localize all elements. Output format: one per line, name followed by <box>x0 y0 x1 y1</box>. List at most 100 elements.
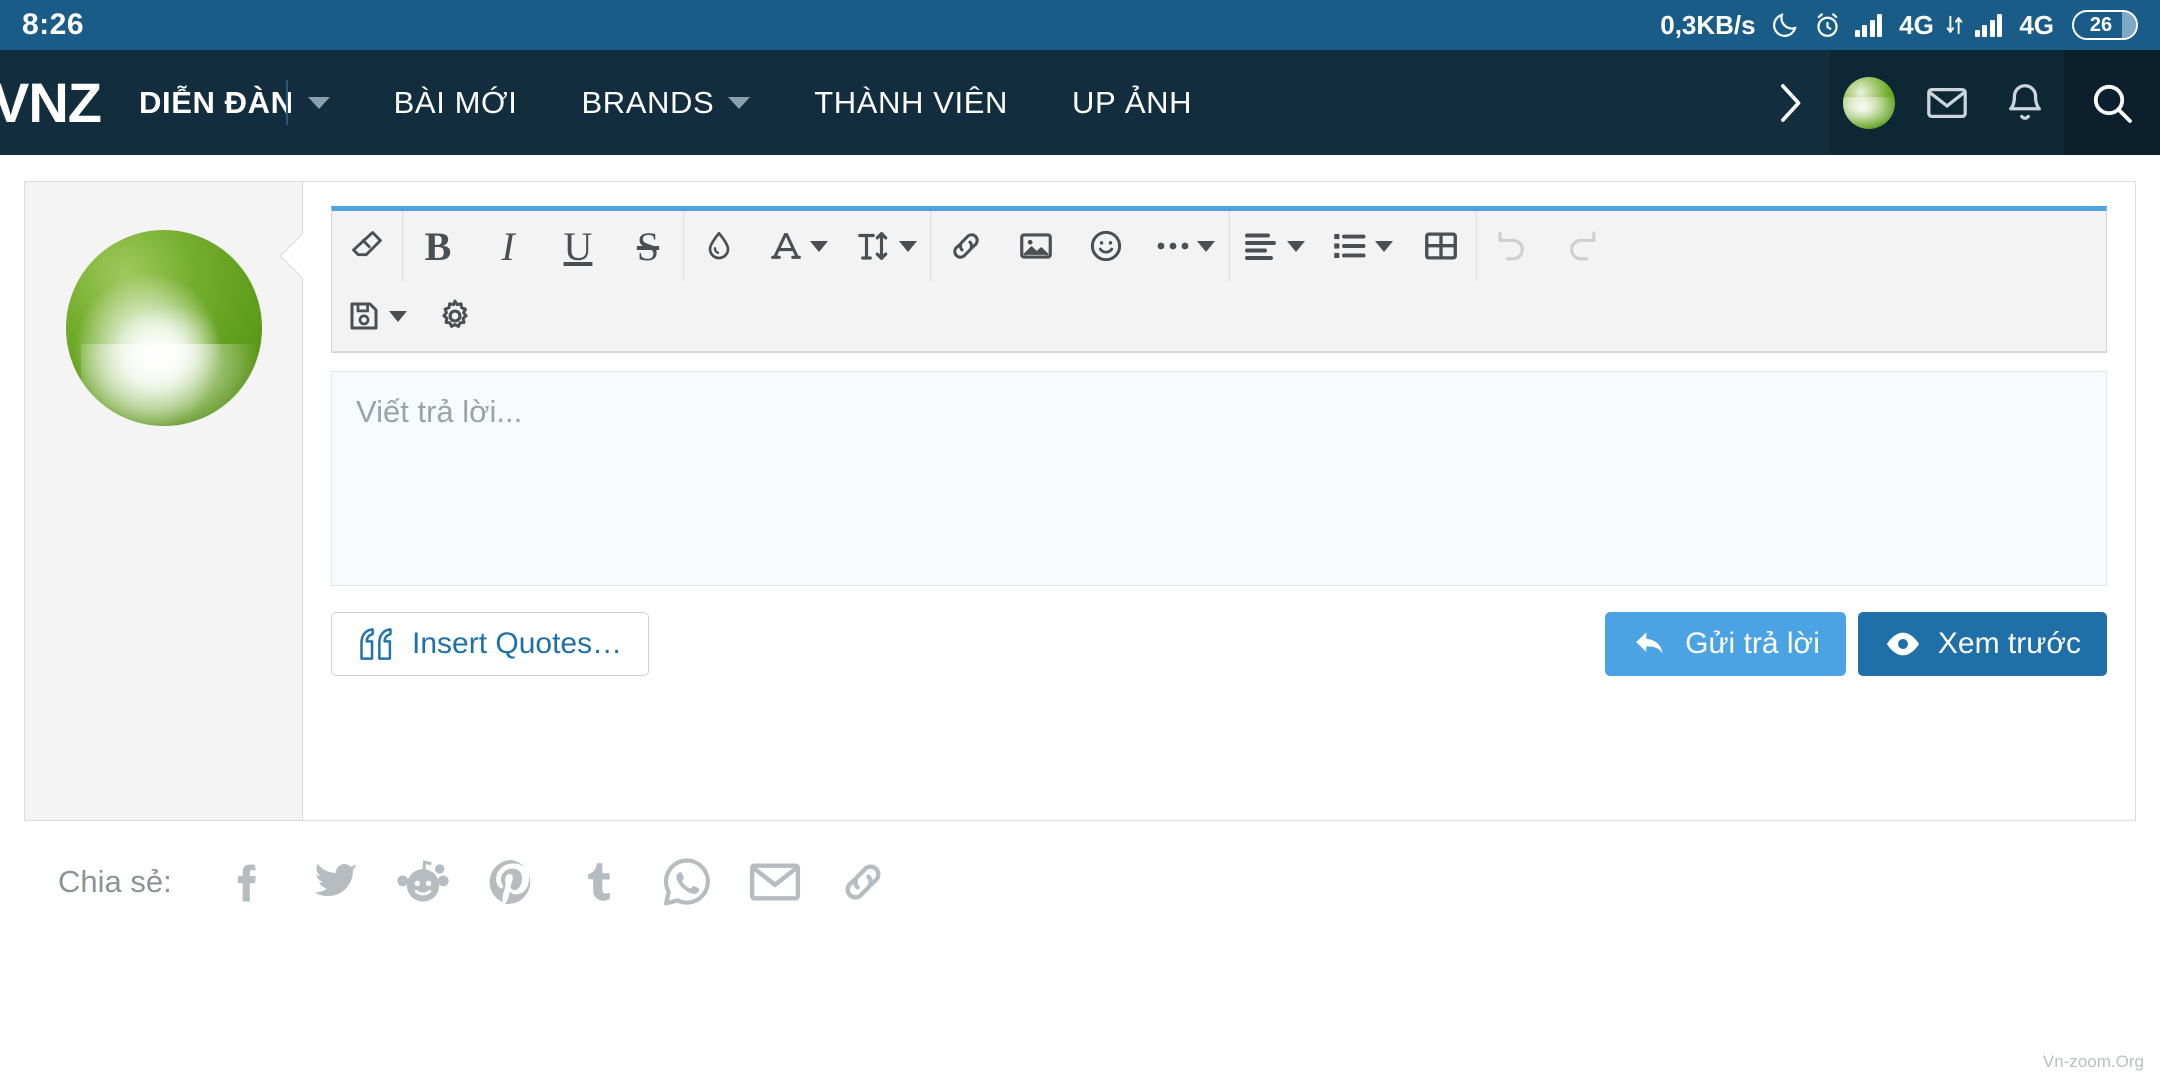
chevron-down-icon <box>388 310 407 322</box>
nav-overflow-button[interactable] <box>1750 50 1830 155</box>
toolbar-group-style: B I U S <box>403 211 684 281</box>
inbox-button[interactable] <box>1908 50 1986 155</box>
nav-item-label: UP ẢNH <box>1071 84 1193 120</box>
toolbar-group-draft <box>332 281 490 351</box>
undo-button[interactable] <box>1477 211 1547 281</box>
strikethrough-button[interactable]: S <box>613 211 683 281</box>
list-button[interactable] <box>1318 211 1406 281</box>
sim2-network-label: 4G <box>2019 9 2054 40</box>
save-draft-button[interactable] <box>332 281 420 351</box>
battery-icon: 26 <box>2072 10 2138 40</box>
share-label: Chia sẻ: <box>58 864 172 899</box>
speech-arrow <box>281 234 303 278</box>
facebook-icon[interactable] <box>216 851 278 913</box>
android-status-bar: 8:26 0,3KB/s 4G 4G 26 <box>0 0 2160 50</box>
underline-button[interactable]: U <box>543 211 613 281</box>
text-color-icon[interactable] <box>684 211 754 281</box>
quote-icon <box>360 628 392 660</box>
submit-reply-label: Gửi trả lời <box>1685 627 1820 660</box>
page-body: B I U S Viết trả lời... Insert Quotes… G… <box>0 155 2160 913</box>
toolbar-group-font <box>684 211 931 281</box>
search-icon <box>2093 84 2132 123</box>
toolbar-group-paragraph <box>1230 211 1477 281</box>
editor-toolbar: B I U S <box>332 211 2106 352</box>
site-navbar: VNZ DIỄN ĐÀN BÀI MỚI BRANDS THÀNH VIÊN U… <box>0 50 2160 155</box>
nav-item-bai-moi[interactable]: BÀI MỚI <box>362 50 550 155</box>
editor-settings-icon[interactable] <box>420 281 490 351</box>
preview-button[interactable]: Xem trước <box>1857 612 2107 676</box>
twitter-icon[interactable] <box>304 851 366 913</box>
reply-input[interactable]: Viết trả lời... <box>331 371 2107 586</box>
site-logo[interactable]: VNZ <box>0 50 107 155</box>
data-transfer-icon <box>1946 14 1963 36</box>
whatsapp-icon[interactable] <box>656 851 718 913</box>
editor-column: B I U S Viết trả lời... Insert Quotes… G… <box>303 182 2135 820</box>
toolbar-group-history <box>1477 211 1617 281</box>
insert-quotes-button[interactable]: Insert Quotes… <box>331 612 650 676</box>
nav-item-label: THÀNH VIÊN <box>814 84 1008 120</box>
text-align-button[interactable] <box>1230 211 1318 281</box>
link-icon[interactable] <box>931 211 1001 281</box>
nav-item-up-anh[interactable]: UP ẢNH <box>1040 50 1224 155</box>
reply-arrow-icon <box>1636 632 1663 654</box>
editor-actions: Insert Quotes… Gửi trả lời Xem trước <box>331 586 2107 676</box>
network-speed-label: 0,3KB/s <box>1660 9 1756 40</box>
nav-item-brands[interactable]: BRANDS <box>549 50 782 155</box>
reply-editor-container: B I U S Viết trả lời... Insert Quotes… G… <box>24 181 2136 821</box>
preview-label: Xem trước <box>1937 627 2081 660</box>
font-size-button[interactable] <box>842 211 930 281</box>
sim1-network-label: 4G <box>1899 9 1934 40</box>
site-watermark: Vn-zoom.Org <box>2042 1052 2144 1071</box>
reply-placeholder: Viết trả lời... <box>356 394 523 429</box>
italic-button[interactable]: I <box>473 211 543 281</box>
chevron-down-icon <box>1286 240 1305 252</box>
moon-icon <box>1770 10 1800 40</box>
search-button[interactable] <box>2064 50 2160 155</box>
toolbar-group-clear <box>332 211 403 281</box>
user-avatar-button[interactable] <box>1830 50 1908 155</box>
screen-root: 8:26 0,3KB/s 4G 4G 26 VNZ DIỄN ĐÀN BÀI M… <box>0 0 2160 1080</box>
alarm-clock-icon <box>1812 10 1843 41</box>
email-icon[interactable] <box>744 851 806 913</box>
nav-right-actions <box>1750 50 2160 155</box>
chevron-down-icon <box>1196 240 1215 252</box>
nav-item-label: BÀI MỚI <box>393 84 518 120</box>
nav-item-label: DIỄN ĐÀN <box>139 84 294 120</box>
chevron-down-icon <box>809 240 828 252</box>
pinterest-icon[interactable] <box>480 851 542 913</box>
envelope-icon <box>1927 87 1967 118</box>
status-bar-clock: 8:26 <box>22 8 85 41</box>
table-icon[interactable] <box>1406 211 1476 281</box>
editor-box: B I U S <box>331 206 2107 353</box>
toolbar-group-insert <box>931 211 1230 281</box>
bold-button[interactable]: B <box>403 211 473 281</box>
avatar <box>1843 76 1895 129</box>
image-icon[interactable] <box>1001 211 1071 281</box>
nav-item-dien-dan[interactable]: DIỄN ĐÀN <box>107 50 362 155</box>
insert-quotes-label: Insert Quotes… <box>412 627 623 660</box>
more-options-button[interactable] <box>1141 211 1229 281</box>
nav-item-thanh-vien[interactable]: THÀNH VIÊN <box>782 50 1040 155</box>
submit-reply-button[interactable]: Gửi trả lời <box>1605 612 1846 676</box>
editor-avatar-column <box>25 182 303 820</box>
eye-icon <box>1886 632 1919 656</box>
bell-icon <box>2008 83 2042 120</box>
remove-formatting-icon[interactable] <box>332 211 402 281</box>
reddit-icon[interactable] <box>392 851 454 913</box>
status-bar-indicators: 0,3KB/s 4G 4G 26 <box>1660 10 2138 41</box>
chevron-down-icon <box>898 240 917 252</box>
signal-bars-icon-sim1 <box>1854 13 1883 37</box>
chevron-down-icon[interactable] <box>728 96 751 109</box>
tumblr-icon[interactable] <box>568 851 630 913</box>
smiley-icon[interactable] <box>1071 211 1141 281</box>
signal-bars-icon-sim2 <box>1974 13 2003 37</box>
alerts-button[interactable] <box>1986 50 2064 155</box>
battery-percent-label: 26 <box>2089 13 2113 36</box>
nav-menu: DIỄN ĐÀN BÀI MỚI BRANDS THÀNH VIÊN UP ẢN… <box>107 50 1750 155</box>
nav-item-label: BRANDS <box>581 84 715 120</box>
font-family-button[interactable] <box>754 211 842 281</box>
redo-button[interactable] <box>1547 211 1617 281</box>
link-icon[interactable] <box>832 851 894 913</box>
chevron-down-icon[interactable] <box>307 96 330 109</box>
avatar <box>65 230 262 426</box>
